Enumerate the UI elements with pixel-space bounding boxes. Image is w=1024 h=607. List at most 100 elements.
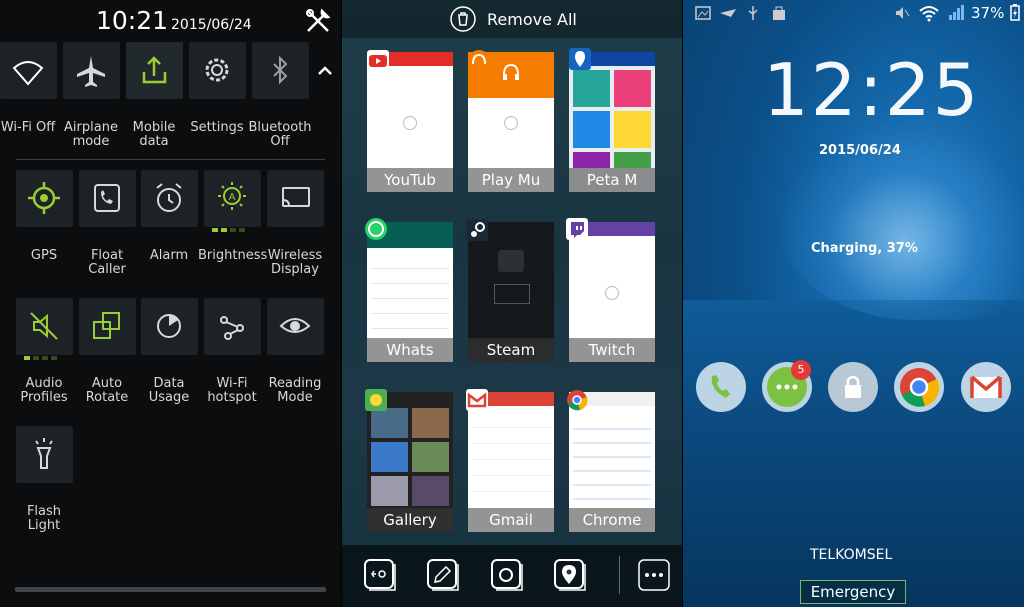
toggle-airplane[interactable]	[63, 42, 120, 99]
drag-handle[interactable]	[15, 587, 326, 592]
float-caller-icon	[94, 184, 120, 212]
recent-apps-panel: Remove All YouTub Play Mu Peta M Whats S…	[342, 0, 682, 607]
shopping-bag-icon	[773, 6, 785, 20]
status-date: 2015/06/24	[171, 17, 252, 33]
status-time: 10:21	[96, 6, 169, 35]
lock-screen-panel: 37% 12:25 2015/06/24 Charging, 37% 5 TEL…	[683, 0, 1024, 607]
recent-card-youtube[interactable]: YouTub	[367, 52, 453, 192]
carrier-name: TELKOMSEL	[810, 547, 893, 563]
dock-unlock[interactable]	[828, 362, 878, 412]
recent-card-label: Peta M	[569, 168, 655, 192]
reading-mode-icon	[279, 318, 311, 333]
twitch-icon	[566, 218, 588, 240]
screenshot-icon[interactable]	[488, 556, 526, 594]
toggle-data-usage-label: Data Usage	[148, 376, 190, 405]
phone-icon	[711, 375, 730, 398]
gear-icon	[205, 58, 229, 82]
battery-charging-icon	[1010, 4, 1020, 21]
toggle-auto-rotate[interactable]	[79, 298, 136, 355]
emergency-call-button[interactable]: Emergency call	[800, 580, 906, 607]
toggle-bluetooth[interactable]	[252, 42, 309, 99]
gmail-icon	[970, 375, 1002, 398]
toggle-wireless-display[interactable]	[267, 170, 324, 227]
data-usage-icon	[157, 314, 181, 338]
flashlight-icon	[35, 438, 53, 469]
toggle-auto-rotate-label: Auto Rotate	[85, 376, 129, 405]
status-header: 10:21 2015/06/24	[0, 0, 341, 42]
peta-mudik-icon	[569, 48, 591, 70]
lock-date: 2015/06/24	[819, 143, 901, 158]
message-badge: 5	[791, 360, 811, 380]
toggle-settings-label: Settings	[190, 120, 244, 135]
toggle-wifi-hotspot-label: Wi-Fi hotspot	[207, 376, 257, 405]
toggle-mobile-data[interactable]	[126, 42, 183, 99]
toggle-reading-mode-label: Reading Mode	[268, 376, 322, 405]
lock-icon	[845, 375, 861, 398]
recent-card-whatsapp[interactable]: Whats	[367, 222, 453, 362]
toggle-wifi[interactable]	[0, 42, 57, 99]
toggle-data-usage[interactable]	[141, 298, 198, 355]
toggle-settings[interactable]	[189, 42, 246, 99]
toggle-wireless-display-label: Wireless Display	[267, 248, 323, 277]
recent-card-gallery[interactable]: Gallery	[367, 392, 453, 532]
youtube-icon	[367, 50, 389, 72]
location-icon[interactable]	[551, 556, 589, 594]
trash-icon[interactable]	[450, 6, 476, 32]
dock-gmail[interactable]	[961, 362, 1011, 412]
toggle-gps[interactable]	[16, 170, 73, 227]
hotspot-icon	[220, 316, 244, 340]
lock-clock: 12:25	[763, 48, 981, 132]
recent-card-twitch[interactable]: Twitch	[569, 222, 655, 362]
tools-icon[interactable]	[304, 7, 332, 35]
audio-level-dots	[24, 345, 60, 360]
recent-card-label: Twitch	[569, 338, 655, 362]
steam-icon	[466, 219, 488, 241]
whatsapp-icon	[365, 218, 387, 240]
toggle-audio-profiles[interactable]	[16, 298, 73, 360]
screen-back-icon[interactable]	[361, 556, 399, 594]
toggle-float-caller[interactable]	[79, 170, 136, 227]
toggle-flash-light-label: Flash Light	[26, 504, 62, 533]
wifi-icon	[12, 61, 44, 86]
wireless-display-icon	[282, 187, 310, 207]
dock-phone[interactable]	[696, 362, 746, 412]
recent-card-play-music[interactable]: Play Mu	[468, 52, 554, 192]
bluetooth-icon	[273, 55, 288, 85]
play-music-icon	[468, 50, 490, 72]
send-notification-icon	[720, 9, 736, 17]
wifi-icon	[919, 6, 939, 22]
toggle-bluetooth-label: Bluetooth Off	[248, 120, 312, 149]
charging-status: Charging, 37%	[811, 241, 918, 256]
usb-icon	[748, 6, 758, 20]
toggle-alarm-label: Alarm	[149, 248, 189, 263]
toggle-gps-label: GPS	[30, 248, 58, 263]
chrome-icon	[900, 368, 940, 407]
recent-card-label: Whats	[367, 338, 453, 362]
edit-icon[interactable]	[424, 556, 462, 594]
toggle-wifi-hotspot[interactable]	[204, 298, 261, 355]
recent-card-chrome[interactable]: Chrome	[569, 392, 655, 532]
toggle-wifi-label: Wi-Fi Off	[0, 120, 56, 135]
recent-card-gmail[interactable]: Gmail	[468, 392, 554, 532]
toggle-flash-light[interactable]	[16, 426, 73, 483]
remove-all-button[interactable]: Remove All	[487, 10, 577, 29]
more-icon[interactable]	[635, 556, 673, 594]
toggle-reading-mode[interactable]	[267, 298, 324, 355]
dock-chrome[interactable]	[894, 362, 944, 412]
gmail-icon	[466, 389, 488, 411]
chevron-up-icon[interactable]	[314, 60, 336, 82]
divider	[16, 159, 325, 160]
remove-all-bar[interactable]: Remove All	[342, 0, 682, 38]
alarm-icon	[156, 183, 182, 212]
mute-icon	[896, 7, 910, 19]
toggle-brightness-label: Brightness	[198, 248, 268, 263]
gallery-icon	[365, 389, 387, 411]
toggle-brightness[interactable]: A	[204, 170, 261, 232]
toggle-audio-profiles-label: Audio Profiles	[20, 376, 68, 405]
mobile-data-icon	[142, 56, 167, 84]
toggle-float-caller-label: Float Caller	[88, 248, 126, 277]
recent-card-peta-mudik[interactable]: Peta M	[569, 52, 655, 192]
toggle-alarm[interactable]	[141, 170, 198, 227]
quick-settings-panel: 10:21 2015/06/24 Wi-Fi Off Airplane mode…	[0, 0, 341, 607]
recent-card-steam[interactable]: Steam	[468, 222, 554, 362]
